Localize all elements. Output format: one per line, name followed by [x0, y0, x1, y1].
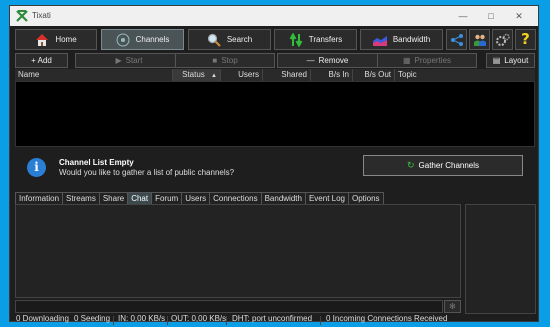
- minus-icon: —: [306, 56, 315, 65]
- incoming-connections: 0 Incoming Connections Received: [326, 314, 448, 323]
- home-icon: [36, 33, 49, 46]
- network-icon: [450, 33, 463, 46]
- properties-label: Properties: [414, 56, 452, 65]
- tab-connections[interactable]: Connections: [209, 192, 262, 204]
- seeding-count: 0 Seeding: [74, 314, 111, 323]
- inbound-rate: IN: 0,00 KB/s: [118, 314, 166, 323]
- users-button[interactable]: [469, 29, 490, 50]
- transfers-button[interactable]: Transfers: [274, 29, 357, 50]
- stop-button[interactable]: ■ Stop: [175, 53, 275, 68]
- chat-users-pane[interactable]: [465, 204, 536, 314]
- stop-label: Stop: [221, 56, 238, 65]
- minimize-button[interactable]: —: [456, 10, 470, 22]
- stop-icon: ■: [212, 56, 218, 65]
- tab-event-log[interactable]: Event Log: [304, 192, 349, 204]
- channels-icon: [116, 33, 130, 46]
- column-status-label: Status: [182, 70, 205, 79]
- status-divider: [113, 316, 114, 325]
- tab-forum[interactable]: Forum: [151, 192, 183, 204]
- tab-information[interactable]: Information: [15, 192, 64, 204]
- users-icon: [473, 34, 486, 46]
- gather-channels-button[interactable]: ↻ Gather Channels: [363, 155, 523, 176]
- column-shared[interactable]: Shared: [263, 69, 311, 81]
- channels-label: Channels: [135, 35, 170, 44]
- status-divider: [167, 316, 168, 325]
- remove-label: Remove: [318, 56, 349, 65]
- channels-button[interactable]: Channels: [101, 29, 184, 50]
- app-window: Tixati — □ ✕ Home Channels Search Transf…: [9, 5, 539, 325]
- close-button[interactable]: ✕: [512, 10, 526, 22]
- notice-title: Channel List Empty: [59, 158, 134, 167]
- title-bar: Tixati — □ ✕: [10, 6, 538, 26]
- bandwidth-button[interactable]: Bandwidth: [360, 29, 443, 50]
- layout-button[interactable]: ▤ Layout: [486, 53, 535, 68]
- search-button[interactable]: Search: [188, 29, 271, 50]
- bandwidth-label: Bandwidth: [392, 35, 431, 44]
- status-divider: [226, 316, 227, 325]
- tab-bandwidth[interactable]: Bandwidth: [260, 192, 306, 204]
- outbound-rate: OUT: 0,00 KB/s: [171, 314, 227, 323]
- dht-status: DHT: port unconfirmed: [232, 314, 313, 323]
- notice-subtitle: Would you like to gather a list of publi…: [59, 168, 235, 177]
- add-label: + Add: [31, 56, 52, 65]
- gather-channels-label: Gather Channels: [418, 161, 480, 170]
- remove-button[interactable]: — Remove: [277, 53, 378, 68]
- tab-users[interactable]: Users: [181, 192, 211, 204]
- search-icon: [207, 33, 221, 47]
- maximize-button[interactable]: □: [484, 10, 498, 22]
- status-divider: [320, 316, 321, 325]
- start-label: Start: [125, 56, 143, 65]
- home-button[interactable]: Home: [15, 29, 97, 50]
- properties-button[interactable]: ▦ Properties: [377, 53, 477, 68]
- column-users[interactable]: Users: [221, 69, 263, 81]
- sort-ascending-icon: ▲: [211, 73, 217, 79]
- downloading-count: 0 Downloading: [16, 314, 69, 323]
- detail-tabs: Information Streams Share Chat Forum Use…: [15, 192, 384, 204]
- send-icon: ✻: [449, 302, 456, 311]
- properties-icon: ▦: [402, 56, 411, 65]
- play-icon: ▶: [115, 56, 122, 65]
- tab-streams[interactable]: Streams: [62, 192, 100, 204]
- column-name[interactable]: Name: [15, 69, 173, 81]
- channel-list[interactable]: [15, 81, 535, 147]
- bandwidth-icon: [372, 35, 387, 46]
- layout-icon: ▤: [492, 56, 501, 65]
- tixati-logo-icon: [16, 10, 28, 22]
- column-bytes-in[interactable]: B/s In: [311, 69, 353, 81]
- info-icon: i: [27, 158, 46, 177]
- tab-chat[interactable]: Chat: [127, 192, 153, 204]
- status-bar: 0 Downloading 0 Seeding IN: 0,00 KB/s OU…: [10, 314, 538, 325]
- column-bytes-out[interactable]: B/s Out: [353, 69, 395, 81]
- layout-label: Layout: [504, 56, 529, 65]
- transfers-label: Transfers: [308, 35, 343, 44]
- empty-list-notice: i Channel List Empty Would you like to g…: [15, 149, 535, 187]
- gears-icon: [495, 33, 510, 46]
- home-label: Home: [55, 35, 77, 44]
- chat-messages-pane[interactable]: [15, 204, 461, 298]
- settings-button[interactable]: [492, 29, 513, 50]
- help-icon: ?: [521, 30, 530, 48]
- add-button[interactable]: + Add: [15, 53, 68, 68]
- refresh-icon: ↻: [406, 160, 415, 170]
- transfers-icon: [289, 32, 303, 47]
- window-title: Tixati: [32, 11, 51, 20]
- column-topic[interactable]: Topic: [395, 69, 535, 81]
- peers-button[interactable]: [446, 29, 467, 50]
- help-button[interactable]: ?: [515, 29, 536, 50]
- tab-share[interactable]: Share: [98, 192, 129, 204]
- column-status[interactable]: Status ▲: [173, 69, 221, 81]
- chat-message-input[interactable]: [15, 300, 443, 313]
- search-label: Search: [226, 35, 253, 44]
- tab-options[interactable]: Options: [347, 192, 384, 204]
- start-button[interactable]: ▶ Start: [75, 53, 183, 68]
- send-button[interactable]: ✻: [444, 300, 461, 313]
